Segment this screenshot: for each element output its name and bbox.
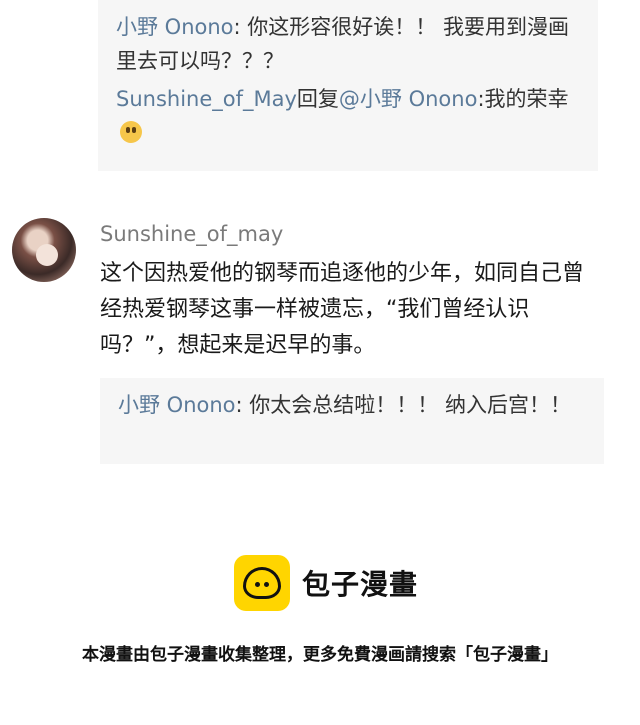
reply-word: 回复: [296, 87, 339, 111]
reply-author-link[interactable]: 小野 Onono: [118, 393, 236, 417]
brand-name: 包子漫畫: [302, 568, 419, 601]
reply-text: :我的荣幸: [477, 87, 569, 111]
avatar[interactable]: [12, 218, 76, 282]
reply-item: 小野 Onono: 你这形容很好诶！！ 我要用到漫画里去可以吗？？？: [116, 10, 584, 78]
baozi-logo-icon: [234, 555, 290, 611]
reply-thread-1: 小野 Onono: 你这形容很好诶！！ 我要用到漫画里去可以吗？？？ Sunsh…: [98, 0, 598, 171]
reply-thread-2: 小野 Onono: 你太会总结啦！！！ 纳入后宫！！: [100, 378, 604, 464]
footer-notice: 本漫畫由包子漫畫收集整理，更多免費漫画請搜索「包子漫畫」: [82, 645, 558, 665]
comment-author-name[interactable]: Sunshine_of_may: [100, 222, 283, 246]
face-with-open-mouth-emoji-icon: [120, 121, 142, 143]
mention-link[interactable]: @小野 Onono: [339, 87, 478, 111]
reply-item: Sunshine_of_May回复@小野 Onono:我的荣幸: [116, 82, 584, 150]
reply-author-link[interactable]: Sunshine_of_May: [116, 87, 297, 111]
reply-text: : 你太会总结啦！！！ 纳入后宫！！: [235, 393, 571, 417]
reply-item: 小野 Onono: 你太会总结啦！！！ 纳入后宫！！: [118, 388, 590, 422]
comment-body-text: 这个因热爱他的钢琴而追逐他的少年，如同自己曾经热爱钢琴这事一样被遗忘，“我们曾经…: [100, 261, 585, 358]
reply-author-link[interactable]: 小野 Onono: [116, 15, 234, 39]
brand-logo-block: 包子漫畫: [234, 555, 418, 611]
